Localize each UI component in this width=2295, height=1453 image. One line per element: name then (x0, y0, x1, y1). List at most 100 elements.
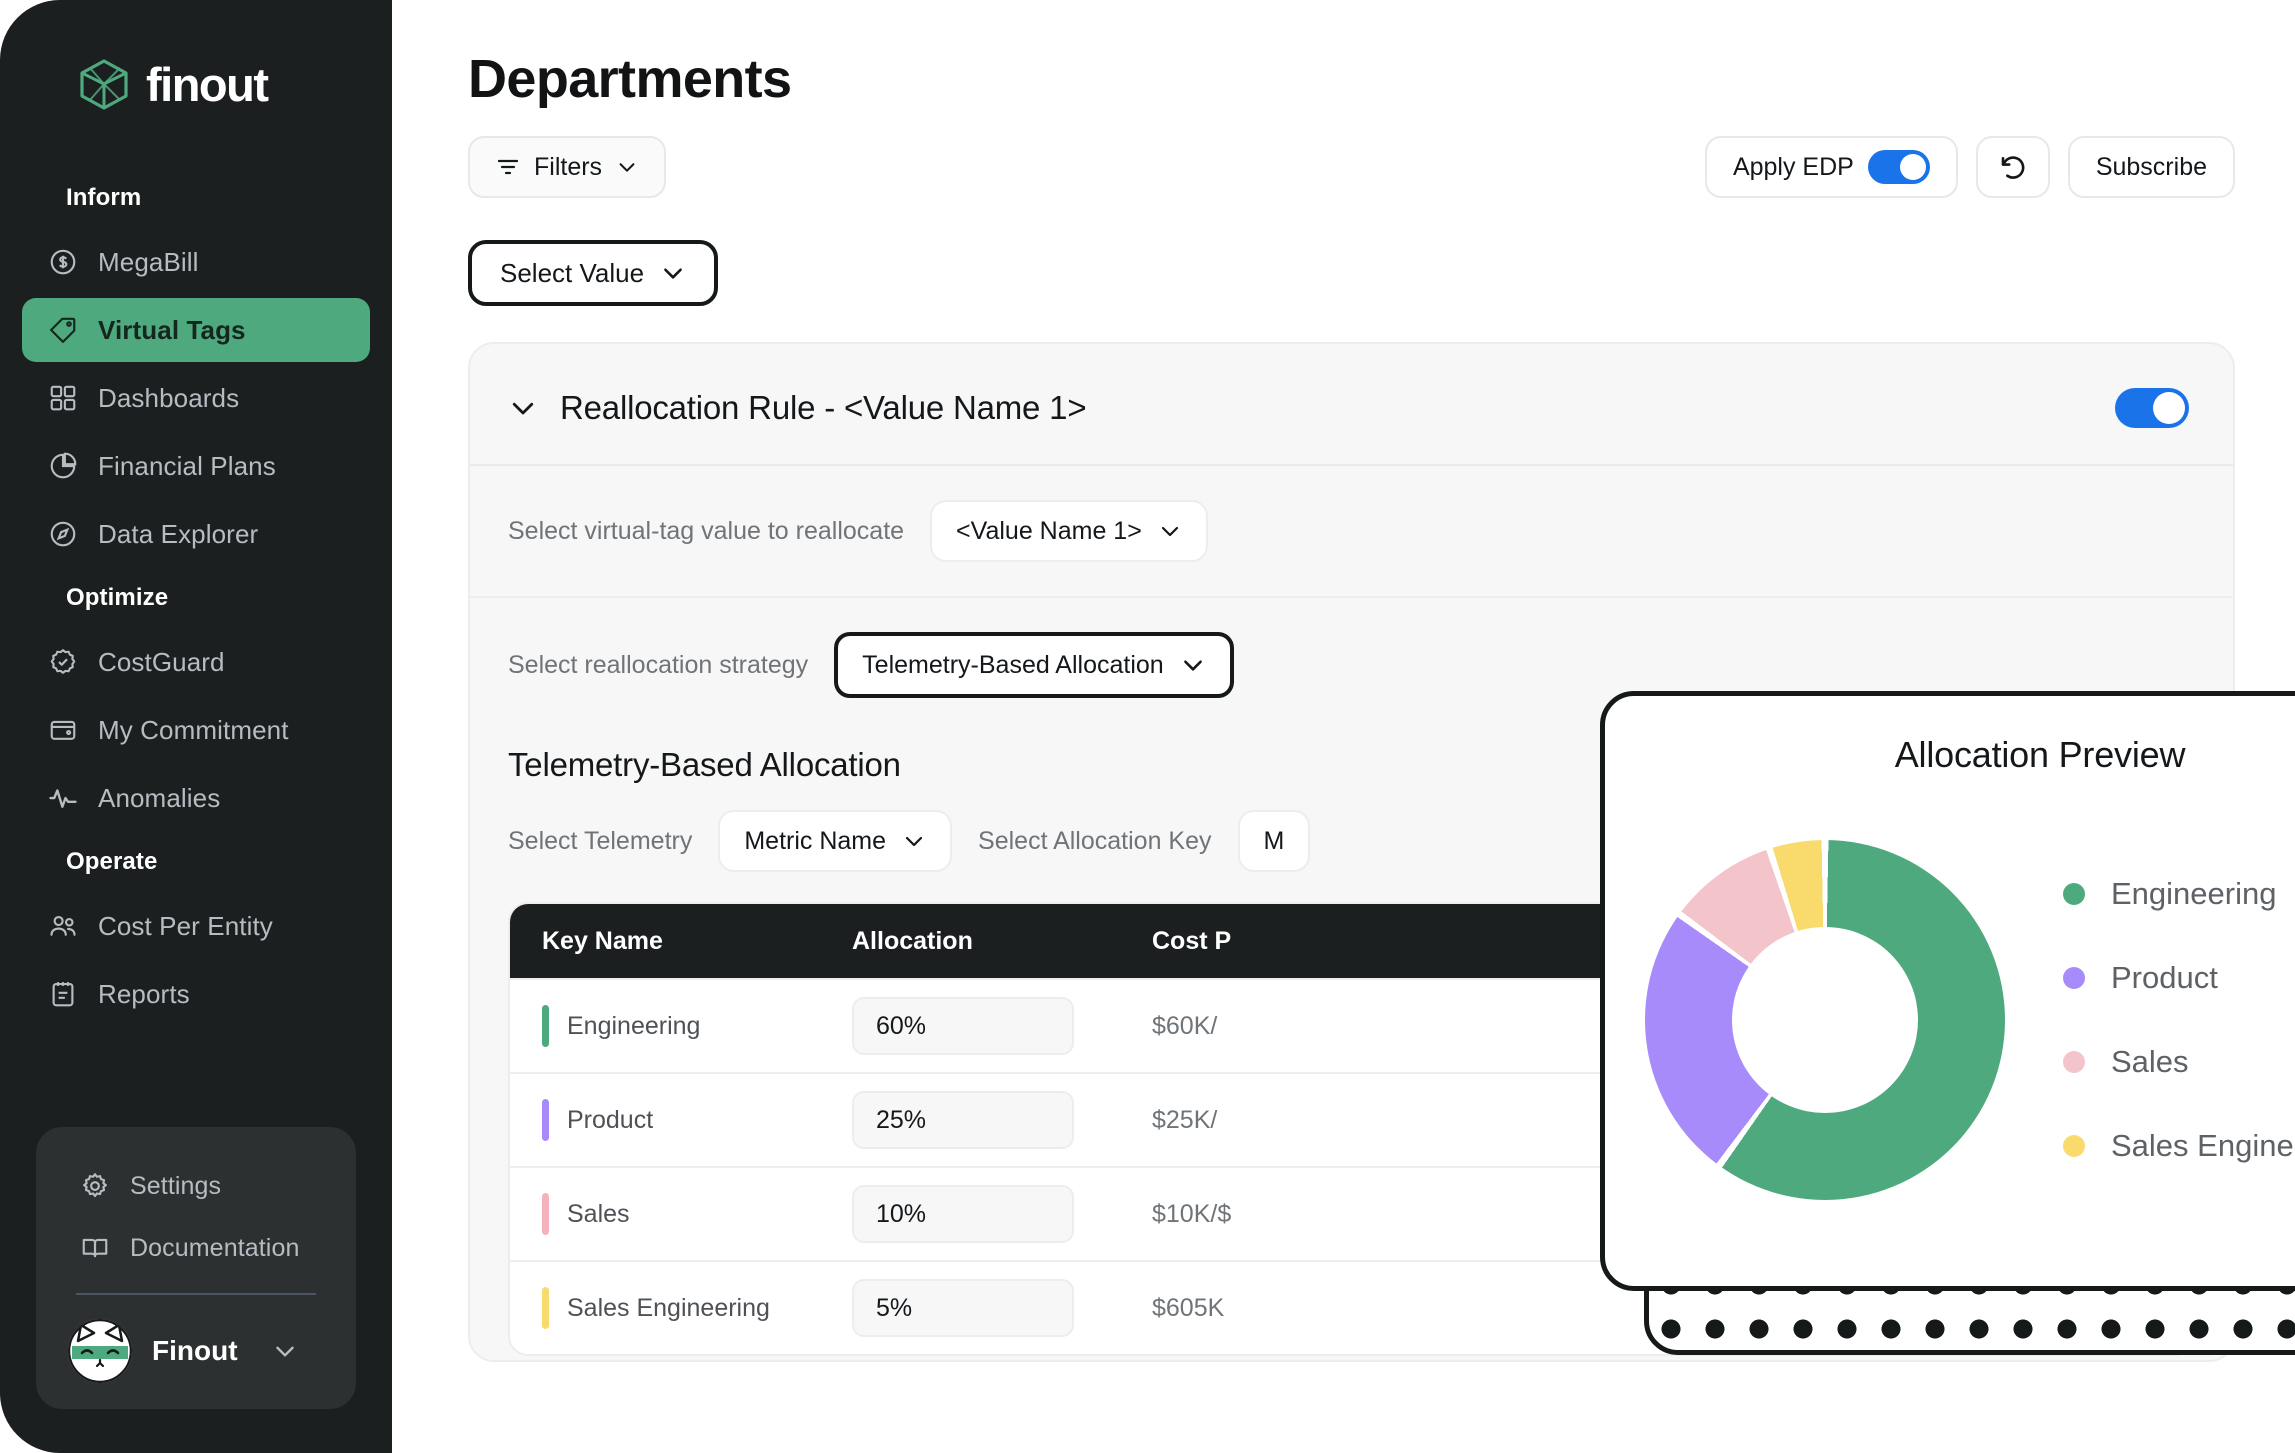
sidebar-bottom-card: Settings Documentation Finout (36, 1127, 356, 1409)
rule-enabled-toggle[interactable] (2115, 388, 2189, 428)
sidebar-item-label: Dashboards (98, 382, 240, 413)
sidebar-item-documentation[interactable]: Documentation (54, 1219, 338, 1277)
preview-title: Allocation Preview (1894, 734, 2186, 775)
legend-label: Sales (2111, 1044, 2189, 1079)
preview-body: Engineering Product Sales Sales Engineer… (1605, 790, 2295, 1250)
pulse-icon (49, 789, 77, 808)
chevron-down-icon (664, 268, 682, 279)
sidebar-item-anomalies[interactable]: Anomalies (22, 766, 370, 830)
virtual-tag-dropdown[interactable]: <Value Name 1> (930, 500, 1208, 562)
allocation-input[interactable]: 10% (852, 1185, 1074, 1243)
compass-icon (50, 521, 76, 547)
row-color-bar (542, 1005, 549, 1047)
key-name: Sales (567, 1199, 630, 1228)
allocation-input[interactable]: 25% (852, 1091, 1074, 1149)
sidebar-item-megabill[interactable]: MegaBill (22, 230, 370, 294)
allocation-input[interactable]: 60% (852, 997, 1074, 1055)
chevron-down-icon (1183, 660, 1202, 671)
row-color-bar (542, 1287, 549, 1329)
apply-edp-control[interactable]: Apply EDP (1704, 136, 1958, 198)
sidebar-item-label: MegaBill (98, 246, 199, 277)
tag-icon (50, 317, 76, 343)
users-icon (50, 915, 76, 936)
select-value-dropdown[interactable]: Select Value (468, 240, 719, 306)
allocation-cell: 25% (852, 1091, 1152, 1149)
sidebar-item-label: Documentation (130, 1233, 300, 1262)
virtual-tag-label: Select virtual-tag value to reallocate (508, 516, 905, 545)
sidebar-nav: Inform MegaBill Virtual Tags Dashboards (0, 170, 392, 1026)
allocation-key-label: Select Allocation Key (978, 826, 1212, 855)
sidebar-item-label: My Commitment (98, 714, 289, 745)
row-color-bar (542, 1193, 549, 1235)
brand-logo[interactable]: finout (0, 0, 392, 112)
telemetry-dropdown[interactable]: Metric Name (718, 810, 953, 872)
sidebar-item-virtual-tags[interactable]: Virtual Tags (22, 298, 370, 362)
virtual-tag-row: Select virtual-tag value to reallocate <… (470, 466, 2233, 596)
legend-item[interactable]: Sales (2063, 1020, 2295, 1104)
allocation-cell: 5% (852, 1279, 1152, 1337)
allocation-cell: 10% (852, 1185, 1152, 1243)
filters-button[interactable]: Filters (468, 136, 667, 198)
sidebar-item-label: Settings (130, 1171, 222, 1200)
sidebar-item-financial-plans[interactable]: Financial Plans (22, 434, 370, 498)
sidebar-item-my-commitment[interactable]: My Commitment (22, 698, 370, 762)
sidebar-item-label: Reports (98, 978, 190, 1009)
key-name: Engineering (567, 1011, 701, 1040)
allocation-input[interactable]: 5% (852, 1279, 1074, 1337)
apply-edp-toggle[interactable] (1867, 150, 1930, 184)
sidebar-item-settings[interactable]: Settings (54, 1157, 338, 1215)
allocation-key-value: M (1263, 826, 1285, 855)
allocation-preview-card: Allocation Preview Engineering Product S… (1600, 691, 2295, 1291)
dollar-circle-icon (50, 249, 76, 275)
cat-avatar-icon (68, 1319, 132, 1383)
sidebar-item-label: Data Explorer (98, 518, 259, 549)
sidebar-item-dashboards[interactable]: Dashboards (22, 366, 370, 430)
sidebar-item-label: Anomalies (98, 782, 221, 813)
profile-name: Finout (152, 1335, 238, 1366)
telemetry-value: Metric Name (744, 826, 887, 855)
key-name: Sales Engineering (567, 1293, 770, 1322)
grid-icon (50, 385, 76, 411)
key-cell: Sales Engineering (542, 1287, 852, 1329)
filter-icon (497, 159, 519, 175)
strategy-dropdown[interactable]: Telemetry-Based Allocation (834, 632, 1234, 698)
wallet-icon (50, 720, 76, 740)
sidebar-item-cost-per-entity[interactable]: Cost Per Entity (22, 894, 370, 958)
sidebar: finout Inform MegaBill Virtual Tags Dash… (0, 0, 392, 1453)
chevron-down-icon (619, 163, 635, 172)
key-cell: Engineering (542, 1005, 852, 1047)
rule-card-title: Reallocation Rule - <Value Name 1> (560, 389, 1087, 426)
sidebar-item-data-explorer[interactable]: Data Explorer (22, 502, 370, 566)
sidebar-section-operate: Operate (66, 848, 158, 875)
refresh-button[interactable] (1975, 136, 2050, 198)
sidebar-item-reports[interactable]: Reports (22, 962, 370, 1026)
key-name: Product (567, 1105, 654, 1134)
sidebar-item-costguard[interactable]: CostGuard (22, 630, 370, 694)
sidebar-item-label: Virtual Tags (98, 314, 246, 345)
pie-chart-icon (50, 452, 77, 479)
sidebar-item-label: CostGuard (98, 646, 225, 677)
avatar (68, 1319, 132, 1383)
chevron-down-icon[interactable] (508, 393, 538, 423)
legend-label: Sales Engineering (2111, 1128, 2295, 1163)
main-content: Departments Filters Apply EDP Subscribe … (392, 0, 2295, 1453)
legend-item[interactable]: Engineering (2063, 852, 2295, 936)
legend-item[interactable]: Product (2063, 936, 2295, 1020)
allocation-key-dropdown[interactable]: M (1237, 810, 1311, 872)
legend-swatch (2063, 967, 2085, 989)
strategy-value: Telemetry-Based Allocation (862, 650, 1164, 679)
subscribe-button[interactable]: Subscribe (2067, 136, 2235, 198)
profile-menu[interactable]: Finout (54, 1305, 338, 1387)
sidebar-section-optimize: Optimize (66, 584, 169, 611)
donut-chart-container (1605, 840, 2005, 1200)
page-title: Departments (468, 49, 792, 109)
legend-item[interactable]: Sales Engineering (2063, 1104, 2295, 1188)
column-header-key-name: Key Name (542, 926, 663, 955)
donut-chart (1645, 840, 2005, 1200)
sidebar-item-label: Cost Per Entity (98, 910, 273, 941)
virtual-tag-value: <Value Name 1> (956, 516, 1142, 545)
legend-label: Product (2111, 960, 2218, 995)
chart-legend: Engineering Product Sales Sales Engineer… (2005, 852, 2295, 1188)
apply-edp-label: Apply EDP (1732, 152, 1854, 181)
undo-icon (2001, 156, 2025, 179)
